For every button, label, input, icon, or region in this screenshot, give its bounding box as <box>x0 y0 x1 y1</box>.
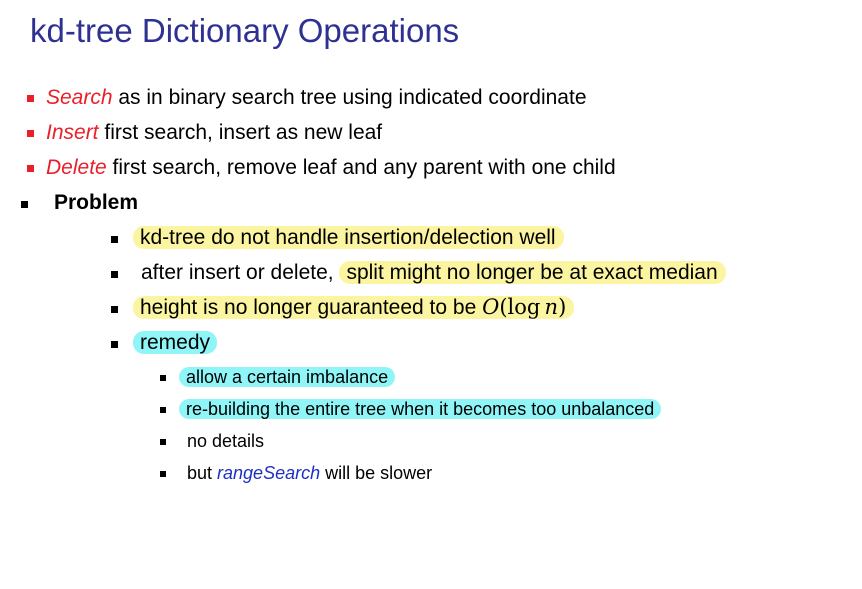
bullet-marker <box>111 341 118 348</box>
highlight-cyan: remedy <box>133 331 218 354</box>
remedy-item-rebuild: re-building the entire tree when it beco… <box>179 399 662 420</box>
insert-description: first search, insert as new leaf <box>98 121 383 144</box>
op-insert: Insert first search, insert as new leaf <box>46 121 382 145</box>
remedy-item-imbalance: allow a certain imbalance <box>179 367 396 388</box>
bullet-marker <box>160 407 166 413</box>
math-paren-open: ( <box>499 295 508 319</box>
big-o-symbol: O <box>482 295 500 319</box>
problem-item-split: after insert or delete, split might no l… <box>141 261 726 285</box>
problem-item-remedy: remedy <box>133 331 218 355</box>
problem-item-height: height is no longer guaranteed to be O(l… <box>133 295 575 320</box>
highlight-yellow: kd-tree do not handle insertion/delectio… <box>133 226 564 249</box>
height-text: height is no longer guaranteed to be <box>140 296 483 319</box>
math-n: n <box>544 295 559 319</box>
search-description: as in binary search tree using indicated… <box>112 86 587 109</box>
rangesearch-prefix: but <box>187 463 218 483</box>
remedy-item-rangesearch: but rangeSearch will be slower <box>187 463 432 484</box>
highlight-yellow: height is no longer guaranteed to be O(l… <box>133 295 575 319</box>
bullet-marker <box>111 306 118 313</box>
highlight-cyan: allow a certain imbalance <box>179 367 396 387</box>
problem-item-insertion: kd-tree do not handle insertion/delectio… <box>133 226 564 250</box>
delete-keyword: Delete <box>46 156 107 179</box>
bullet-marker <box>21 201 28 208</box>
delete-description: first search, remove leaf and any parent… <box>106 156 616 179</box>
math-log: log <box>507 295 541 319</box>
remedy-item-no-details: no details <box>187 431 265 451</box>
math-paren-close: ) <box>558 295 567 319</box>
bullet-marker <box>160 471 166 477</box>
bullet-marker <box>27 165 34 172</box>
bullet-marker <box>160 375 166 381</box>
rangesearch-keyword: rangeSearch <box>217 463 321 483</box>
op-delete: Delete first search, remove leaf and any… <box>46 156 616 180</box>
bullet-marker <box>27 130 34 137</box>
slide-title: kd-tree Dictionary Operations <box>30 12 460 49</box>
op-search: Search as in binary search tree using in… <box>46 86 587 110</box>
rangesearch-suffix: will be slower <box>320 463 433 483</box>
bullet-marker <box>111 236 118 243</box>
bullet-marker <box>27 95 34 102</box>
highlight-cyan: re-building the entire tree when it beco… <box>179 399 662 419</box>
highlight-yellow: split might no longer be at exact median <box>339 261 726 284</box>
problem-heading: Problem <box>54 191 139 214</box>
search-keyword: Search <box>46 86 113 109</box>
bullet-marker <box>111 271 118 278</box>
bullet-marker <box>160 439 166 445</box>
insert-keyword: Insert <box>46 121 99 144</box>
split-plain-text: after insert or delete, <box>141 261 340 284</box>
